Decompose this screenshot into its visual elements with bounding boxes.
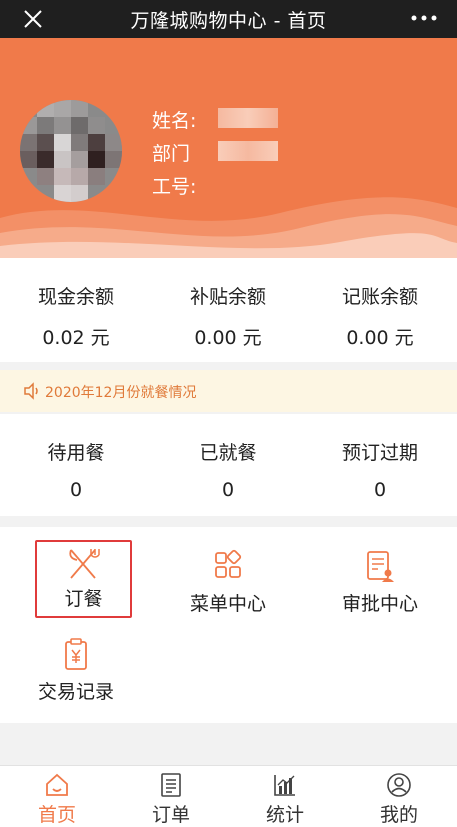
- dept-label: 部门: [152, 143, 191, 165]
- approval-center-label: 审批中心: [341, 593, 418, 615]
- balance-value: 0.00 元: [194, 327, 262, 349]
- meal-summary: 待用餐 0 已就餐 0 预订过期 0: [0, 414, 457, 516]
- home-icon: [46, 773, 68, 796]
- order-list-icon: [161, 773, 181, 797]
- order-meal-button[interactable]: 订餐: [35, 540, 132, 618]
- order-meal-label: 订餐: [64, 588, 103, 610]
- balance-label: 记账余额: [341, 286, 418, 308]
- title-bar: 万隆城购物中心 - 首页: [0, 0, 457, 38]
- transaction-records-label: 交易记录: [37, 681, 114, 703]
- tab-mine[interactable]: 我的: [342, 766, 456, 827]
- page-title: 万隆城购物中心 - 首页: [130, 10, 327, 32]
- cash-balance[interactable]: 现金余额 0.02 元: [0, 282, 152, 350]
- tab-home[interactable]: 首页: [0, 766, 114, 827]
- balance-panel: 现金余额 0.02 元 补贴余额 0.00 元 记账余额 0.00 元: [0, 258, 457, 362]
- name-value-redacted: [218, 108, 278, 128]
- tab-label: 统计: [265, 804, 304, 826]
- more-icon[interactable]: [409, 10, 439, 26]
- menu-center-button[interactable]: 菜单中心: [152, 537, 304, 621]
- meal-count: 0: [373, 479, 387, 501]
- dept-value-redacted: [218, 141, 278, 161]
- bottom-tab-bar: 首页 订单 统计 我的: [0, 765, 457, 827]
- menu-center-label: 菜单中心: [189, 593, 266, 615]
- subsidy-balance[interactable]: 补贴余额 0.00 元: [152, 282, 304, 350]
- speaker-icon: [24, 382, 38, 400]
- meal-count: 0: [221, 479, 235, 501]
- meal-count: 0: [69, 479, 83, 501]
- balance-value: 0.02 元: [42, 327, 110, 349]
- function-grid: 订餐 菜单中心 审批中心 交易记录: [0, 527, 457, 723]
- expired-reservations[interactable]: 预订过期 0: [304, 438, 456, 501]
- approval-center-button[interactable]: 审批中心: [304, 537, 456, 621]
- avatar[interactable]: [20, 100, 122, 202]
- tab-orders[interactable]: 订单: [114, 766, 228, 827]
- approval-doc-icon: [367, 551, 394, 582]
- id-label: 工号:: [152, 176, 197, 198]
- meal-label: 预订过期: [341, 442, 418, 464]
- grid-icon: [215, 549, 242, 578]
- pending-meals[interactable]: 待用餐 0: [0, 438, 152, 501]
- notice-bar: 2020年12月份就餐情况: [0, 370, 457, 412]
- chart-icon: [274, 775, 295, 796]
- meal-label: 已就餐: [199, 442, 257, 464]
- balance-label: 现金余额: [37, 286, 114, 308]
- tab-label: 首页: [37, 804, 76, 826]
- credit-balance[interactable]: 记账余额 0.00 元: [304, 282, 456, 350]
- eaten-meals[interactable]: 已就餐 0: [152, 438, 304, 501]
- balance-value: 0.00 元: [346, 327, 414, 349]
- profile-header: 姓名: 部门 工号:: [0, 38, 457, 258]
- name-label: 姓名:: [152, 110, 197, 132]
- tab-label: 订单: [151, 804, 190, 826]
- receipt-yen-icon: [65, 638, 87, 670]
- fork-knife-icon: [69, 549, 100, 579]
- transaction-records-button[interactable]: 交易记录: [0, 625, 152, 709]
- tab-statistics[interactable]: 统计: [228, 766, 342, 827]
- tab-label: 我的: [379, 804, 418, 826]
- balance-label: 补贴余额: [189, 286, 266, 308]
- notice-text: 2020年12月份就餐情况: [45, 385, 197, 401]
- user-icon: [387, 773, 411, 797]
- meal-label: 待用餐: [47, 442, 105, 464]
